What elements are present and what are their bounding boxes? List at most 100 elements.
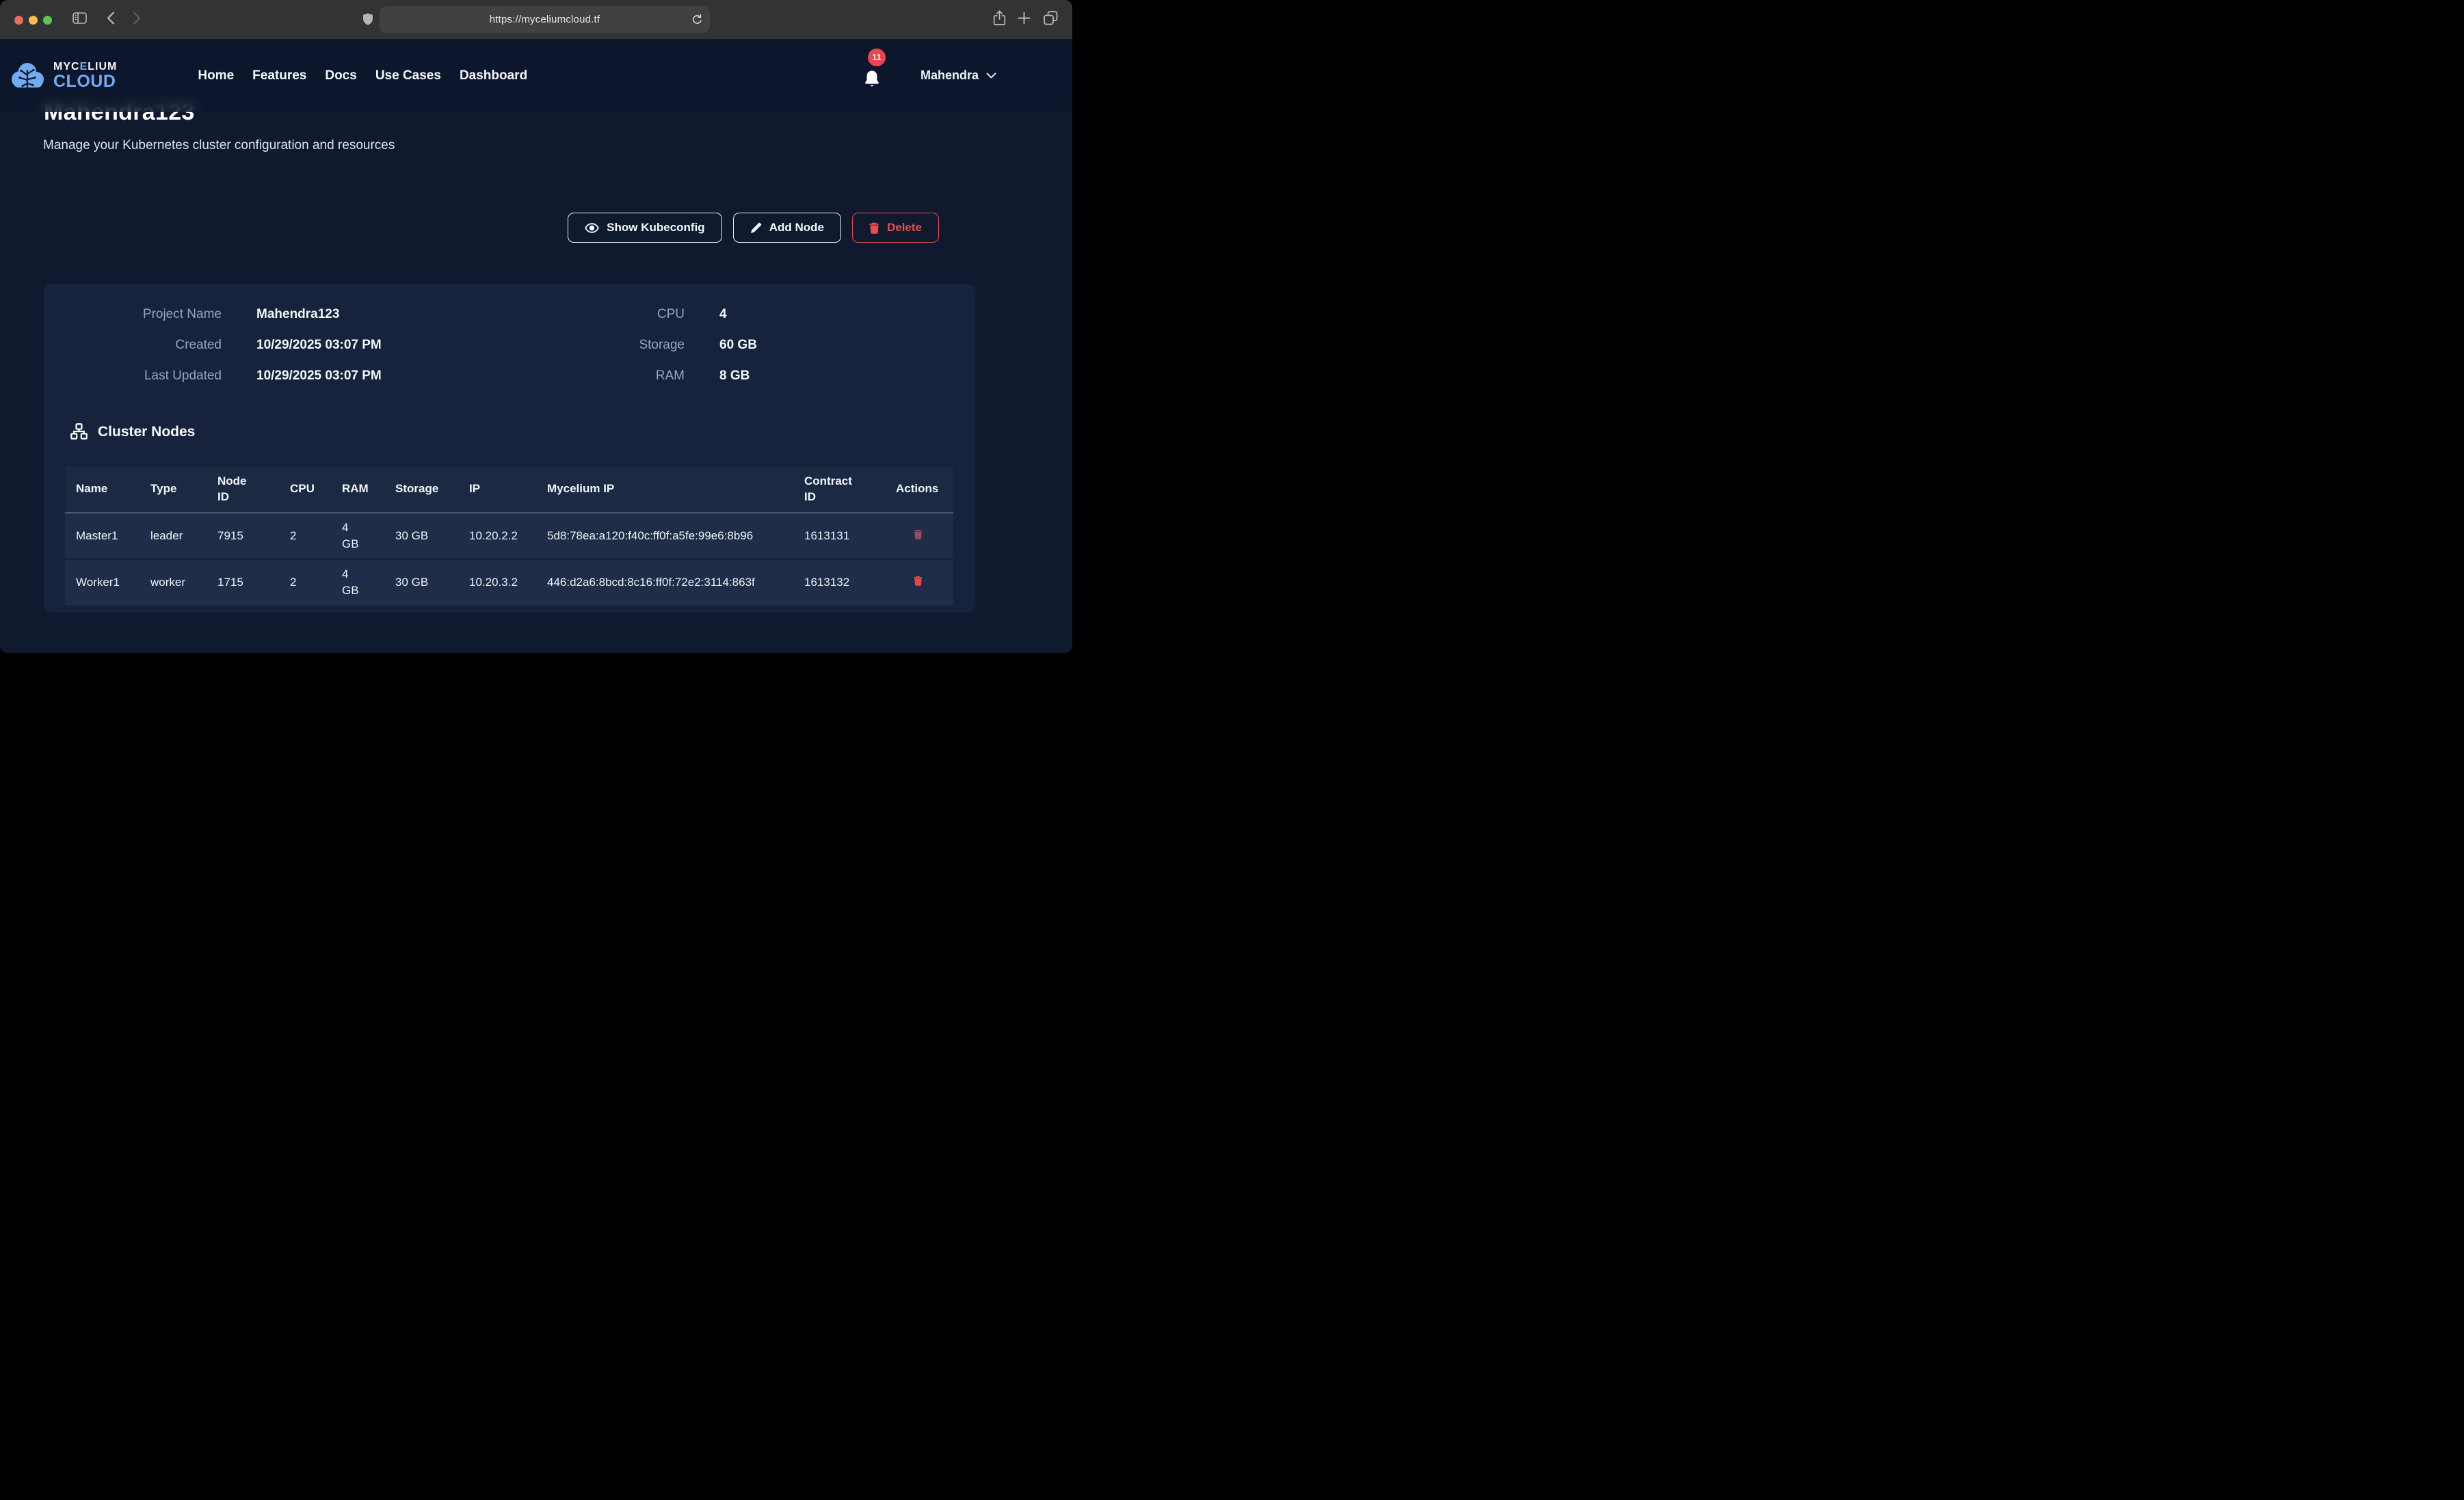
nav-link-dashboard[interactable]: Dashboard (460, 68, 527, 83)
back-icon[interactable] (107, 12, 115, 28)
nodes-table: NameTypeNode IDCPURAMStorageIPMycelium I… (65, 467, 953, 605)
window-controls (14, 16, 52, 25)
column-header-cpu: CPU (279, 467, 331, 513)
column-header-contract-id: Contract ID (793, 467, 885, 513)
cell-type: leader (140, 513, 207, 559)
url-text: https://myceliumcloud.tf (490, 14, 600, 25)
chevron-down-icon (986, 72, 996, 79)
table-row-master1: Master1leader791524 GB30 GB10.20.2.25d8:… (65, 513, 953, 559)
info-label: Project Name (44, 307, 222, 322)
info-row-project-name: Project Name Mahendra123 (44, 299, 495, 330)
nav-link-home[interactable]: Home (198, 68, 234, 83)
share-icon[interactable] (993, 10, 1006, 29)
column-header-ram: RAM (331, 467, 384, 513)
cluster-info-right: CPU 4 Storage 60 GB RAM 8 GB (509, 299, 960, 391)
bell-icon (864, 70, 880, 88)
info-row-storage: Storage 60 GB (509, 330, 960, 360)
reload-icon[interactable] (692, 14, 702, 25)
trash-icon (914, 529, 923, 539)
column-header-name: Name (65, 467, 140, 513)
info-value: 10/29/2025 03:07 PM (256, 369, 382, 384)
cell-ram: 4 GB (331, 513, 384, 559)
browser-chrome: https://myceliumcloud.tf (0, 0, 1072, 39)
cell-ram: 4 GB (331, 559, 384, 605)
brand-logo[interactable]: MYCELIUM CLOUD (8, 60, 117, 92)
cluster-info-left: Project Name Mahendra123 Created 10/29/2025… (44, 299, 495, 391)
nodes-table-header-row: NameTypeNode IDCPURAMStorageIPMycelium I… (65, 467, 953, 513)
browser-window: https://myceliumcloud.tf Ma (0, 0, 1072, 653)
nav-link-features[interactable]: Features (252, 68, 306, 83)
info-label: Last Updated (44, 369, 222, 384)
shield-icon[interactable] (362, 13, 373, 26)
column-header-type: Type (140, 467, 207, 513)
cell-mycelium-ip: 5d8:78ea:a120:f40c:ff0f:a5fe:99e6:8b96 (536, 513, 793, 559)
info-value: 4 (719, 307, 727, 322)
new-tab-icon[interactable] (1018, 12, 1031, 28)
trash-icon (914, 576, 923, 586)
info-label: CPU (509, 307, 685, 322)
trash-icon (869, 222, 879, 234)
minimize-window-button[interactable] (29, 16, 38, 25)
show-kubeconfig-button[interactable]: Show Kubeconfig (568, 213, 722, 243)
cell-cpu: 2 (279, 513, 331, 559)
cluster-nodes-header: Cluster Nodes (70, 423, 195, 441)
close-window-button[interactable] (14, 16, 23, 25)
info-value: 60 GB (719, 338, 757, 353)
column-header-node-id: Node ID (207, 467, 279, 513)
column-header-actions: Actions (885, 467, 953, 513)
info-row-ram: RAM 8 GB (509, 360, 960, 391)
add-node-button[interactable]: Add Node (733, 213, 841, 243)
user-name: Mahendra (920, 68, 979, 83)
info-row-created: Created 10/29/2025 03:07 PM (44, 330, 495, 360)
info-label: Created (44, 338, 222, 353)
page: Mahendra123 Manage your Kubernetes clust… (0, 39, 1072, 653)
cell-storage: 30 GB (384, 559, 458, 605)
cell-node-id: 7915 (207, 513, 279, 559)
cell-contract-id: 1613132 (793, 559, 885, 605)
info-row-last-updated: Last Updated 10/29/2025 03:07 PM (44, 360, 495, 391)
site-nav: MYCELIUM CLOUD Home Features Docs Use Cases… (0, 39, 1072, 112)
cell-actions (885, 559, 953, 605)
eye-icon (585, 223, 599, 233)
cluster-details-card: Project Name Mahendra123 Created 10/29/2025… (44, 284, 975, 613)
notification-badge: 11 (868, 49, 886, 66)
cell-name: Master1 (65, 513, 140, 559)
info-value: Mahendra123 (256, 307, 339, 322)
delete-node-button[interactable] (896, 529, 923, 539)
nav-link-docs[interactable]: Docs (325, 68, 356, 83)
info-label: Storage (509, 338, 685, 353)
cell-name: Worker1 (65, 559, 140, 605)
table-row-worker1: Worker1worker171524 GB30 GB10.20.3.2446:… (65, 559, 953, 605)
cluster-actions: Show Kubeconfig Add Node Delete (568, 213, 939, 243)
nodes-table-body: Master1leader791524 GB30 GB10.20.2.25d8:… (65, 513, 953, 605)
section-title: Cluster Nodes (98, 424, 195, 440)
info-label: RAM (509, 369, 685, 384)
cell-type: worker (140, 559, 207, 605)
column-header-storage: Storage (384, 467, 458, 513)
nav-link-use-cases[interactable]: Use Cases (375, 68, 441, 83)
zoom-window-button[interactable] (43, 16, 52, 25)
info-value: 10/29/2025 03:07 PM (256, 338, 382, 353)
notifications-button[interactable]: 11 (862, 64, 882, 88)
sidebar-icon[interactable] (72, 12, 87, 27)
page-subtitle: Manage your Kubernetes cluster configura… (43, 138, 395, 153)
user-menu[interactable]: Mahendra (920, 68, 996, 83)
column-header-ip: IP (458, 467, 536, 513)
cell-actions (885, 513, 953, 559)
forward-icon[interactable] (133, 12, 141, 28)
info-value: 8 GB (719, 369, 750, 384)
cloud-logo-icon (8, 60, 47, 92)
delete-node-button[interactable] (896, 576, 923, 586)
cell-cpu: 2 (279, 559, 331, 605)
info-row-cpu: CPU 4 (509, 299, 960, 330)
tabs-overview-icon[interactable] (1043, 10, 1059, 29)
cell-storage: 30 GB (384, 513, 458, 559)
cell-mycelium-ip: 446:d2a6:8bcd:8c16:ff0f:72e2:3114:863f (536, 559, 793, 605)
delete-cluster-button[interactable]: Delete (852, 213, 939, 243)
address-bar[interactable]: https://myceliumcloud.tf (380, 6, 710, 33)
cell-node-id: 1715 (207, 559, 279, 605)
cell-ip: 10.20.2.2 (458, 513, 536, 559)
cluster-nodes-icon (70, 423, 88, 441)
cell-contract-id: 1613131 (793, 513, 885, 559)
nav-links: Home Features Docs Use Cases Dashboard (198, 68, 527, 83)
